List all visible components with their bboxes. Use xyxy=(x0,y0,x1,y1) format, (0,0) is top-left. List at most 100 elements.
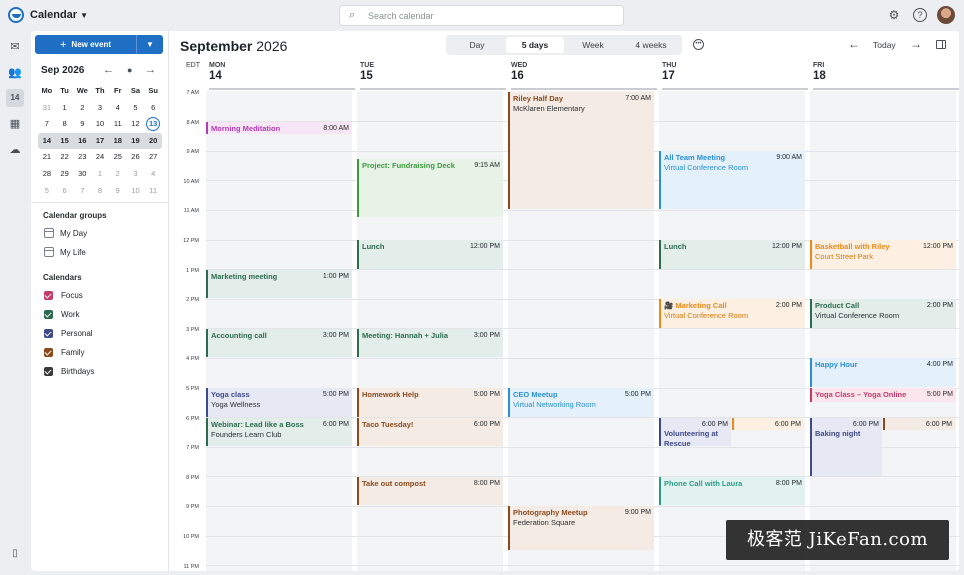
mini-day[interactable]: 18 xyxy=(109,133,127,150)
prev-period-arrow-icon[interactable]: ← xyxy=(848,37,860,51)
day-header-wed[interactable]: WED 16 xyxy=(511,62,527,82)
calendar-event[interactable]: Taco Tuesday! 6:00 PM xyxy=(357,417,503,447)
mini-day[interactable]: 2 xyxy=(109,166,127,183)
mini-day[interactable]: 17 xyxy=(91,133,109,150)
day-column-fri[interactable] xyxy=(810,91,956,571)
help-icon[interactable]: ? xyxy=(913,8,927,22)
next-period-arrow-icon[interactable]: → xyxy=(910,37,922,51)
mini-prev-arrow-icon[interactable]: ← xyxy=(103,64,114,76)
calendar-item-birthdays[interactable]: Birthdays xyxy=(44,365,94,377)
search-input[interactable] xyxy=(368,8,608,23)
mini-day[interactable]: 20 xyxy=(144,133,162,150)
calendar-event[interactable]: Pick up Riley6:00 PMMcKlaren xyxy=(883,417,955,430)
mini-day[interactable]: 16 xyxy=(73,133,91,150)
mini-day[interactable]: 6 xyxy=(144,100,162,117)
mini-day[interactable]: 27 xyxy=(144,149,162,166)
mini-day[interactable]: 15 xyxy=(56,133,74,150)
calendar-event[interactable]: Accounting call 3:00 PM xyxy=(206,328,352,358)
calendar-event[interactable]: Yoga class 5:00 PM Yoga Wellness xyxy=(206,388,352,417)
view-tab-day[interactable]: Day xyxy=(448,37,506,53)
calendar-item-work[interactable]: Work xyxy=(44,308,80,320)
mini-day[interactable]: 11 xyxy=(144,183,162,200)
calendar-event[interactable]: Pick up Riley6:00 PMMcKlaren xyxy=(732,417,804,430)
day-header-fri[interactable]: FRI 18 xyxy=(813,62,826,82)
mini-day[interactable]: 23 xyxy=(73,149,91,166)
mini-day[interactable]: 10 xyxy=(127,183,145,200)
checkbox-checked-icon[interactable] xyxy=(44,328,53,338)
mini-day[interactable]: 11 xyxy=(109,116,127,133)
mini-today-dot-icon[interactable]: ● xyxy=(127,65,132,75)
mini-day[interactable]: 28 xyxy=(38,166,56,183)
mini-day[interactable]: 4 xyxy=(109,100,127,117)
settings-gear-icon[interactable]: ⚙ xyxy=(887,8,901,22)
collapse-sidebar-icon[interactable]: ▯ xyxy=(6,545,24,563)
mini-day[interactable]: 10 xyxy=(91,116,109,133)
contacts-icon[interactable]: 👥 xyxy=(6,64,24,82)
view-tab-5-days[interactable]: 5 days xyxy=(506,37,564,53)
calendar-group-item[interactable]: My Life xyxy=(44,246,86,258)
mini-day[interactable]: 9 xyxy=(109,183,127,200)
mini-day[interactable]: 14 xyxy=(38,133,56,150)
mini-day[interactable]: 8 xyxy=(56,116,74,133)
cloud-icon[interactable]: ☁ xyxy=(6,141,24,159)
calendar-event[interactable]: Take out compost 8:00 PM xyxy=(357,476,503,506)
mini-day[interactable]: 8 xyxy=(91,183,109,200)
new-event-button[interactable]: + New event ▼ xyxy=(35,35,163,54)
mini-day[interactable]: 26 xyxy=(127,149,145,166)
mini-day-today[interactable]: 13 xyxy=(144,116,162,133)
calendar-item-personal[interactable]: Personal xyxy=(44,327,93,339)
mini-day[interactable]: 24 xyxy=(91,149,109,166)
mini-day[interactable]: 3 xyxy=(127,166,145,183)
mini-day[interactable]: 21 xyxy=(38,149,56,166)
calendar-item-focus[interactable]: Focus xyxy=(44,289,83,301)
calendar-event[interactable]: 🎥 Marketing Call 2:00 PM Virtual Conferenc… xyxy=(659,299,805,328)
calendar-item-family[interactable]: Family xyxy=(44,346,85,358)
calendar-event[interactable]: Basketball with Riley 12:00 PM Court Stree… xyxy=(810,240,956,269)
mini-day[interactable]: 5 xyxy=(38,183,56,200)
calendar-app-icon[interactable]: 14 xyxy=(6,89,24,107)
search-box[interactable]: ⌕ xyxy=(339,5,624,26)
mini-day[interactable]: 22 xyxy=(56,149,74,166)
calendar-event[interactable]: Meeting: Hannah + Julia 3:00 PM xyxy=(357,328,503,358)
calendar-event[interactable]: Riley Half Day 7:00 AM McKlaren Elementary xyxy=(508,92,654,210)
calendar-event[interactable]: Homework Help 5:00 PM xyxy=(357,388,503,417)
new-event-main-button[interactable]: + New event xyxy=(35,35,137,54)
checkbox-checked-icon[interactable] xyxy=(44,366,53,376)
mini-day[interactable]: 29 xyxy=(56,166,74,183)
mini-day[interactable]: 7 xyxy=(73,183,91,200)
mini-day[interactable]: 25 xyxy=(109,149,127,166)
day-header-thu[interactable]: THU 17 xyxy=(662,62,676,82)
app-switcher[interactable]: Calendar ▼ xyxy=(30,9,88,21)
checkbox-checked-icon[interactable] xyxy=(44,347,53,357)
calendar-event[interactable]: Product Call 2:00 PM Virtual Conference Ro… xyxy=(810,299,956,328)
mini-day[interactable]: 2 xyxy=(73,100,91,117)
calendar-group-item[interactable]: My Day xyxy=(44,227,87,239)
mini-day[interactable]: 30 xyxy=(73,166,91,183)
calendar-event[interactable]: Baking night 6:00 PM xyxy=(810,417,882,476)
mini-next-arrow-icon[interactable]: → xyxy=(145,64,156,76)
more-options-icon[interactable]: ••• xyxy=(693,39,704,50)
calendar-event[interactable]: Morning Meditation 8:00 AM xyxy=(206,121,352,134)
checkbox-checked-icon[interactable] xyxy=(44,290,53,300)
day-header-tue[interactable]: TUE 15 xyxy=(360,62,374,82)
user-avatar[interactable] xyxy=(937,6,955,24)
view-tab-week[interactable]: Week xyxy=(564,37,622,53)
calendar-event[interactable]: Lunch 12:00 PM xyxy=(357,240,503,269)
mini-day[interactable]: 7 xyxy=(38,116,56,133)
mini-day[interactable]: 12 xyxy=(127,116,145,133)
calendar-event[interactable]: All Team Meeting 9:00 AM Virtual Conferenc… xyxy=(659,151,805,210)
calendar-event[interactable]: Yoga Class – Yoga Online 5:00 PM xyxy=(810,388,956,402)
mini-day[interactable]: 4 xyxy=(144,166,162,183)
side-panel-toggle-icon[interactable] xyxy=(936,40,946,49)
calendar-event[interactable]: Phone Call with Laura 8:00 PM xyxy=(659,476,805,506)
calendar-event[interactable]: Photography Meetup 9:00 PM Federation Squa… xyxy=(508,506,654,550)
today-button[interactable]: Today xyxy=(873,40,896,50)
new-event-dropdown-chevron-icon[interactable]: ▼ xyxy=(137,35,163,54)
calendar-event[interactable]: CEO Meetup 5:00 PM Virtual Networking Room xyxy=(508,388,654,417)
mini-day[interactable]: 3 xyxy=(91,100,109,117)
mini-day[interactable]: 5 xyxy=(127,100,145,117)
calendar-event[interactable]: Webinar: Lead like a Boss 6:00 PM Founders… xyxy=(206,417,352,447)
checkbox-checked-icon[interactable] xyxy=(44,309,53,319)
tasks-icon[interactable]: ▦ xyxy=(6,115,24,133)
calendar-event[interactable]: Project: Fundraising Deck 9:15 AM xyxy=(357,158,503,217)
